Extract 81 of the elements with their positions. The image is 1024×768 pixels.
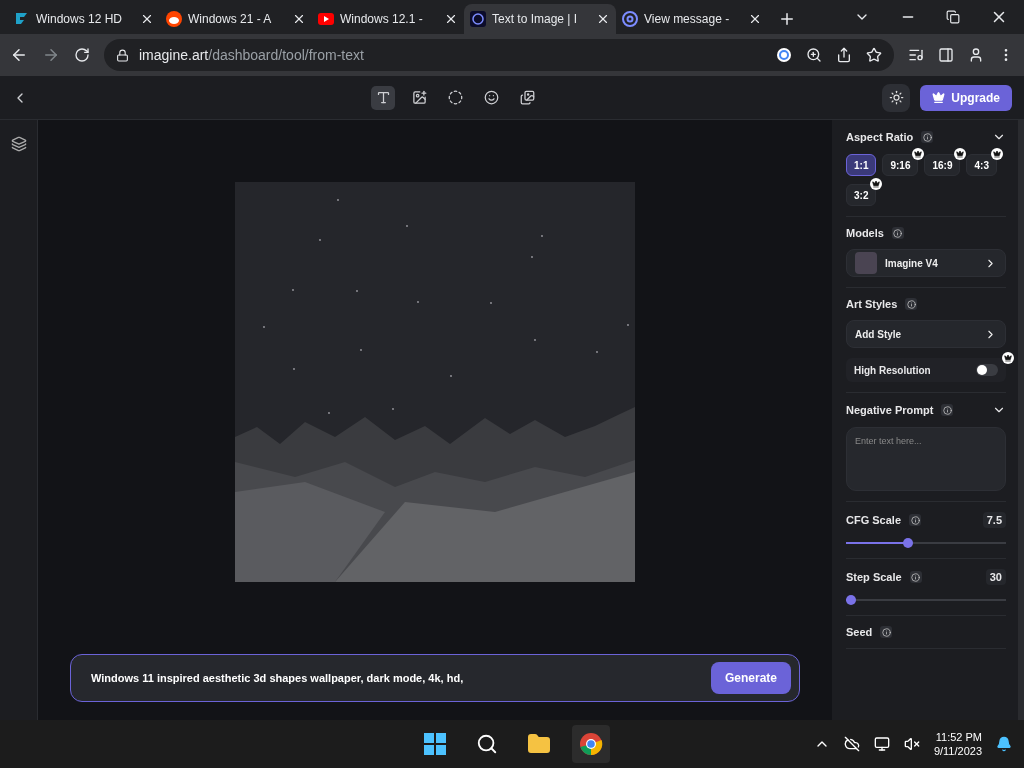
zoom-icon[interactable] <box>806 47 822 63</box>
aspect-ratio-option[interactable]: 4:3 <box>966 154 997 176</box>
image-plus-icon <box>411 90 427 105</box>
info-icon[interactable] <box>880 626 893 638</box>
close-icon[interactable] <box>748 12 762 26</box>
lock-icon <box>116 48 129 62</box>
notification-icon[interactable] <box>996 736 1012 752</box>
upgrade-button[interactable]: Upgrade <box>920 84 1012 111</box>
restore-icon[interactable] <box>946 10 960 24</box>
close-icon[interactable] <box>444 12 458 26</box>
toggle-switch[interactable] <box>976 364 998 376</box>
info-icon[interactable] <box>909 571 922 583</box>
media-icon[interactable] <box>908 47 924 63</box>
info-icon[interactable] <box>909 514 922 526</box>
cloud-off-icon[interactable] <box>843 736 860 752</box>
aspect-ratio-option[interactable]: 3:2 <box>846 184 877 206</box>
play-icon <box>318 13 334 25</box>
prompt-field[interactable]: Windows 11 inspired aesthetic 3d shapes wallpaper, dark mode, 4k, hd, Generate <box>70 654 800 702</box>
info-icon[interactable] <box>905 298 918 310</box>
add-style-button[interactable]: Add Style <box>846 320 1006 348</box>
section-title: Seed <box>846 626 873 638</box>
model-thumbnail <box>855 252 877 274</box>
browser-tab[interactable]: View message - <box>616 4 768 34</box>
side-panel-icon[interactable] <box>938 47 954 63</box>
crown-icon <box>1002 352 1014 364</box>
tab-title: Windows 12 HD <box>36 12 124 26</box>
new-tab-icon[interactable] <box>778 10 796 28</box>
browser-tab[interactable]: Windows 12 HD <box>8 4 160 34</box>
address-bar[interactable]: imagine.art/dashboard/tool/from-text <box>104 39 894 71</box>
section-title: Art Styles <box>846 298 898 310</box>
info-icon[interactable] <box>941 404 954 416</box>
close-icon[interactable] <box>140 12 154 26</box>
slider-thumb[interactable] <box>846 595 856 605</box>
aspect-ratio-option[interactable]: 9:16 <box>882 154 919 176</box>
forward-icon[interactable] <box>42 46 60 64</box>
close-icon[interactable] <box>596 12 610 26</box>
tab-title: Text to Image | I <box>492 12 579 26</box>
clock[interactable]: 11:52 PM 9/11/2023 <box>933 731 982 757</box>
info-icon[interactable] <box>891 227 904 239</box>
browser-tab[interactable]: Windows 21 - A <box>160 4 312 34</box>
reload-icon[interactable] <box>74 47 90 63</box>
url-text: imagine.art/dashboard/tool/from-text <box>139 47 364 63</box>
star-icon[interactable] <box>866 47 882 63</box>
ring-icon <box>470 11 486 27</box>
tab-title: Windows 12.1 - <box>340 12 424 26</box>
slider-value: 7.5 <box>982 512 1006 528</box>
dashed-circle-icon <box>447 90 463 105</box>
profile-icon[interactable] <box>968 47 984 63</box>
feather-icon <box>14 11 30 27</box>
smile-image-icon <box>483 90 499 105</box>
tab-title: Windows 21 - A <box>188 12 273 26</box>
text-icon <box>375 90 391 105</box>
section-title: Aspect Ratio <box>846 131 914 143</box>
browser-tab[interactable]: Text to Image | I <box>464 4 616 34</box>
chrome-icon[interactable] <box>571 725 610 763</box>
info-icon[interactable] <box>921 131 934 143</box>
images-icon <box>519 90 535 105</box>
section-title: Models <box>846 227 884 239</box>
speaker-muted-icon[interactable] <box>903 736 920 752</box>
slider-value: 30 <box>985 569 1006 585</box>
sun-icon <box>888 90 904 105</box>
tab-title: View message - <box>644 12 731 26</box>
back-icon[interactable] <box>10 46 28 64</box>
tool-button[interactable] <box>371 85 396 110</box>
network-icon[interactable] <box>873 736 890 752</box>
generate-button[interactable]: Generate <box>710 662 791 694</box>
theme-button[interactable] <box>882 83 911 112</box>
crown-icon <box>932 91 946 104</box>
slider-thumb[interactable] <box>903 538 913 548</box>
negative-prompt-field[interactable]: Enter text here... <box>846 427 1006 491</box>
close-icon[interactable] <box>292 12 306 26</box>
section-title: Negative Prompt <box>846 404 934 416</box>
section-title: Step Scale <box>846 571 902 583</box>
model-selector[interactable]: Imagine V4 <box>846 249 1006 277</box>
browser-tab[interactable]: Windows 12.1 - <box>312 4 464 34</box>
toggle-label: High Resolution <box>854 364 932 376</box>
layers-icon[interactable] <box>10 136 27 152</box>
section-title: CFG Scale <box>846 514 902 526</box>
share-icon[interactable] <box>836 47 852 63</box>
aspect-ratio-option[interactable]: 1:1 <box>846 154 877 176</box>
aspect-ratio-option[interactable]: 16:9 <box>924 154 961 176</box>
